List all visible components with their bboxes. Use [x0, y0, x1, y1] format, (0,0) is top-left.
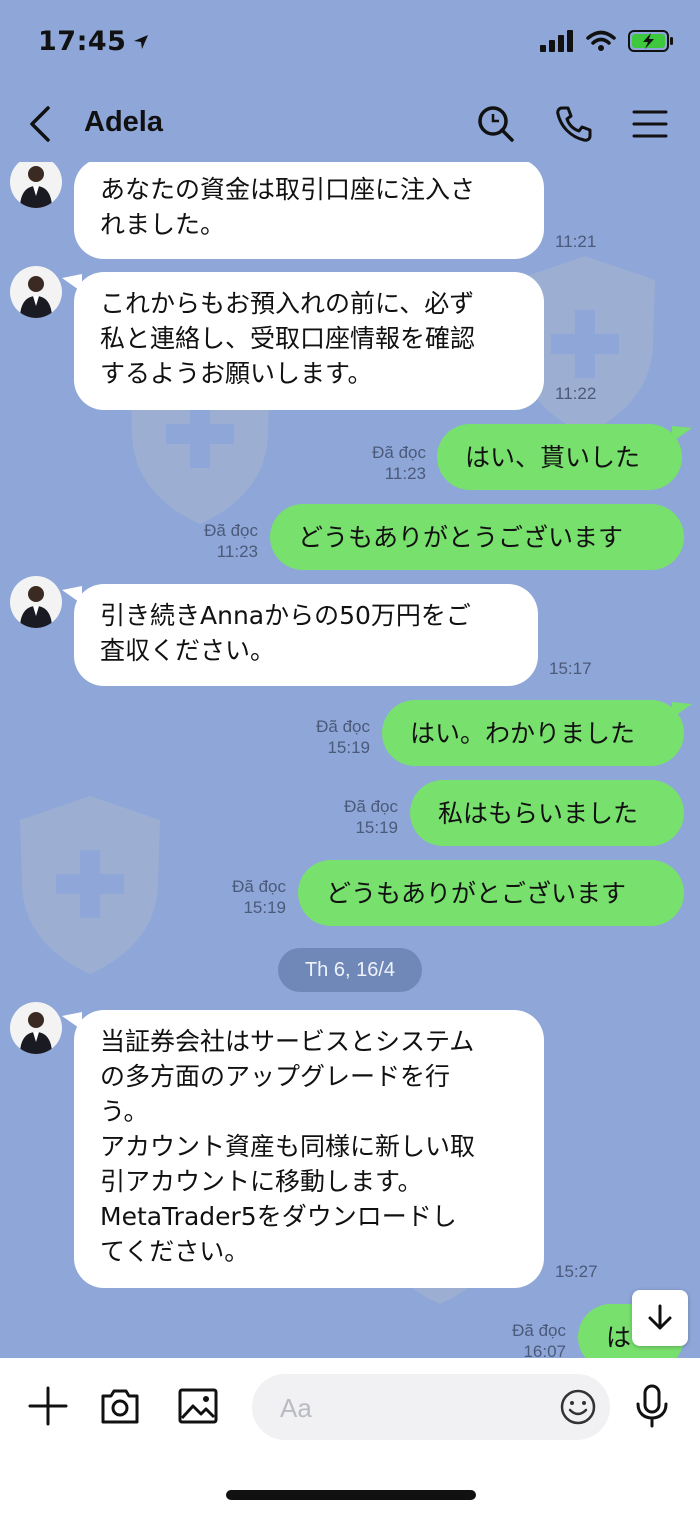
- camera-button[interactable]: [96, 1382, 144, 1430]
- message-time: 15:17: [549, 659, 592, 678]
- arrow-down-icon: [648, 1304, 672, 1330]
- message-meta: Đã đọc 15:19: [312, 796, 398, 838]
- phone-icon: [556, 106, 592, 142]
- message-meta: Đã đọc 16:07: [480, 1320, 566, 1358]
- read-receipt: Đã đọc: [204, 521, 258, 540]
- avatar[interactable]: [10, 576, 62, 628]
- message-bubble-incoming[interactable]: これからもお預入れの前に、必ず 私と連絡し、受取口座情報を確認 するようお願いし…: [74, 272, 544, 410]
- message-time: 11:23: [216, 542, 258, 561]
- message-time: 11:22: [555, 384, 597, 403]
- add-attachment-button[interactable]: [24, 1382, 72, 1430]
- message-bubble-outgoing[interactable]: どうもありがとうございます: [270, 504, 684, 570]
- emoji-icon: [560, 1389, 596, 1425]
- avatar-image: [20, 166, 52, 208]
- avatar[interactable]: [10, 1002, 62, 1054]
- composer-bar: [0, 1358, 700, 1516]
- back-button[interactable]: [22, 102, 58, 146]
- mic-icon: [636, 1384, 668, 1428]
- status-bar: 17:45: [0, 0, 700, 86]
- avatar[interactable]: [10, 266, 62, 318]
- read-receipt: Đã đọc: [512, 1321, 566, 1340]
- emoji-button[interactable]: [558, 1387, 598, 1427]
- home-indicator: [226, 1490, 476, 1500]
- voice-message-button[interactable]: [628, 1382, 676, 1430]
- read-receipt: Đã đọc: [232, 877, 286, 896]
- message-bubble-incoming[interactable]: あなたの資金は取引口座に注入さ れました。: [74, 162, 544, 259]
- avatar-image: [20, 276, 52, 318]
- message-bubble-outgoing[interactable]: 私はもらいました: [410, 780, 684, 846]
- message-list[interactable]: あなたの資金は取引口座に注入さ れました。 11:21 これからもお預入れの前に…: [0, 162, 700, 1358]
- call-button[interactable]: [552, 102, 596, 146]
- gallery-button[interactable]: [174, 1382, 222, 1430]
- avatar-image: [20, 1012, 52, 1054]
- image-icon: [178, 1388, 218, 1424]
- message-bubble-incoming[interactable]: 当証券会社はサービスとシステム の多方面のアップグレードを行 う。 アカウント資…: [74, 1010, 544, 1288]
- message-time: 15:19: [243, 898, 286, 917]
- back-icon: [30, 106, 50, 142]
- message-time: 15:27: [555, 1262, 598, 1281]
- contact-name[interactable]: Adela: [84, 106, 163, 139]
- search-icon: [478, 106, 514, 142]
- bubble-tail: [672, 426, 692, 442]
- message-bubble-outgoing[interactable]: はい、貰いした: [437, 424, 682, 490]
- status-icons: [540, 30, 674, 52]
- message-meta: Đã đọc 11:23: [172, 520, 258, 562]
- read-receipt: Đã đọc: [344, 797, 398, 816]
- message-time: 15:19: [327, 738, 370, 757]
- message-time: 11:21: [555, 232, 597, 251]
- message-field[interactable]: [252, 1374, 610, 1440]
- plus-icon: [28, 1386, 68, 1426]
- chat-header: Adela: [0, 86, 700, 162]
- message-meta: Đã đọc 11:23: [340, 442, 426, 484]
- signal-icon: [540, 30, 573, 52]
- wifi-icon: [586, 30, 616, 51]
- location-arrow-icon: [134, 34, 149, 49]
- message-meta: Đã đọc 15:19: [200, 876, 286, 918]
- avatar-image: [20, 586, 52, 628]
- message-time: 16:07: [523, 1342, 566, 1358]
- read-receipt: Đã đọc: [372, 443, 426, 462]
- scroll-to-bottom-button[interactable]: [632, 1290, 688, 1346]
- message-bubble-outgoing[interactable]: どうもありがとございます: [298, 860, 684, 926]
- message-bubble-outgoing[interactable]: はい。わかりました: [382, 700, 684, 766]
- camera-icon: [101, 1389, 139, 1424]
- menu-button[interactable]: [628, 102, 672, 146]
- battery-icon: [628, 30, 673, 52]
- status-time: 17:45: [38, 26, 150, 57]
- bubble-tail: [672, 702, 692, 718]
- menu-icon: [632, 110, 668, 138]
- date-separator: Th 6, 16/4: [278, 948, 422, 992]
- search-button[interactable]: [474, 102, 518, 146]
- avatar[interactable]: [10, 162, 62, 208]
- message-bubble-incoming[interactable]: 引き続きAnnaからの50万円をご 査収ください。: [74, 584, 538, 686]
- message-time: 15:19: [355, 818, 398, 837]
- message-time: 11:23: [384, 464, 426, 483]
- message-input[interactable]: [278, 1386, 542, 1430]
- clock-text: 17:45: [38, 26, 127, 57]
- message-meta: Đã đọc 15:19: [284, 716, 370, 758]
- read-receipt: Đã đọc: [316, 717, 370, 736]
